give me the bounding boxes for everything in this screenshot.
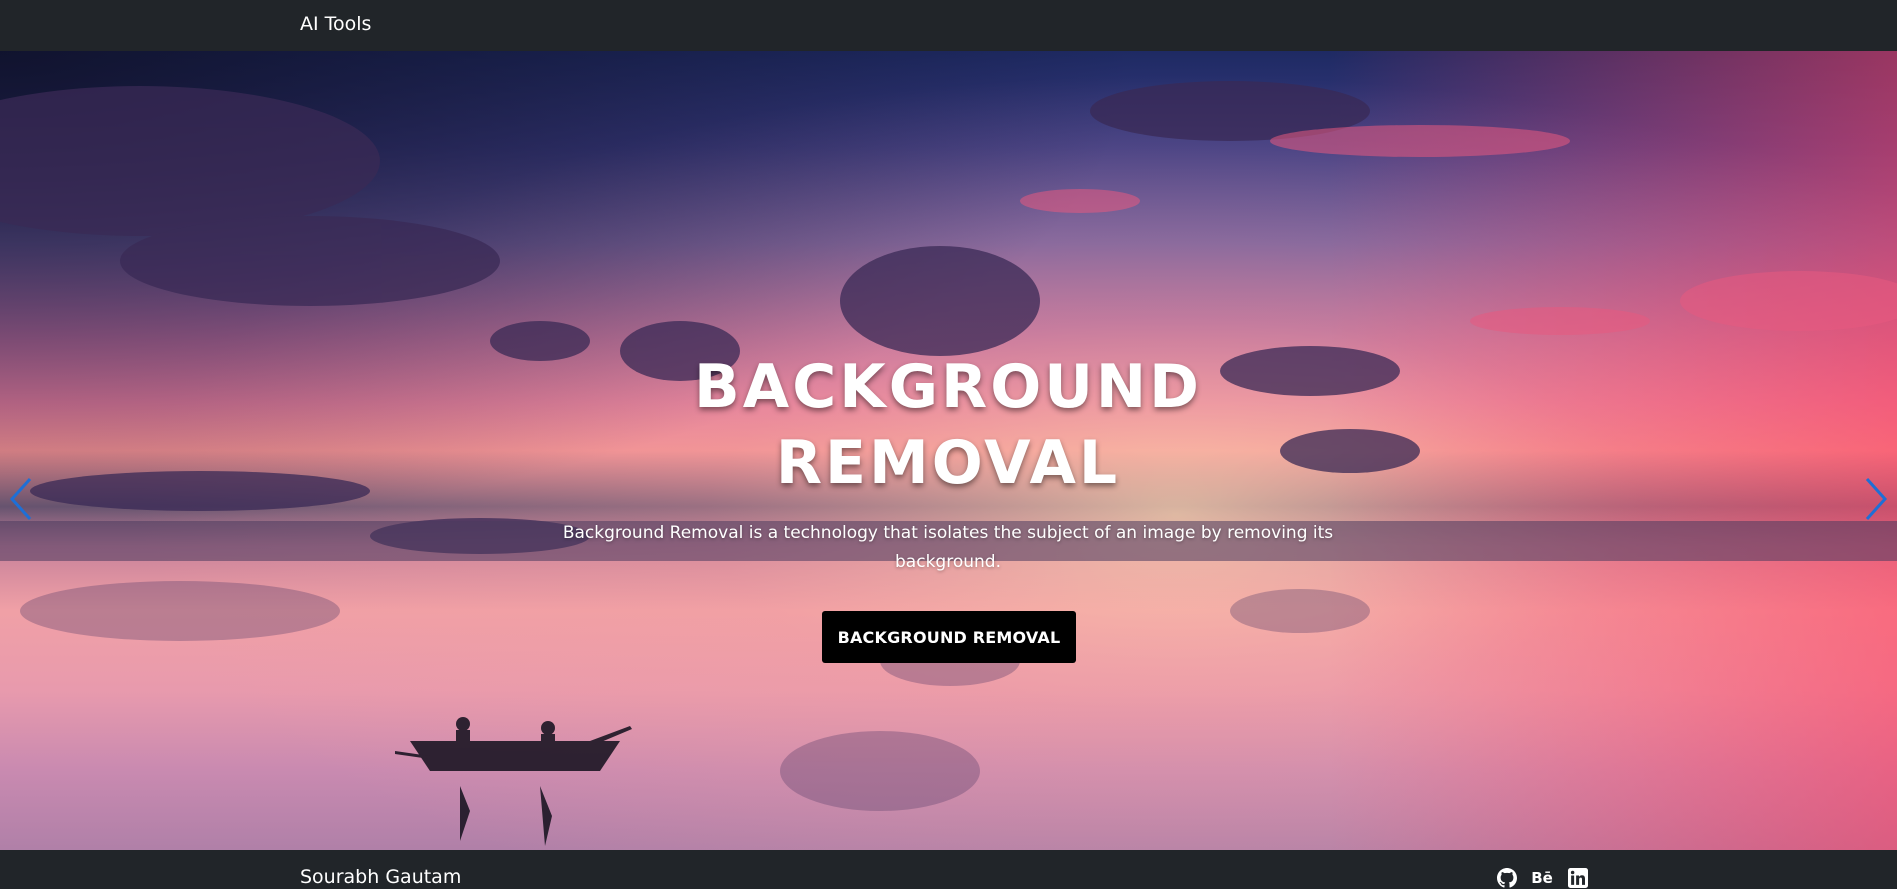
linkedin-link[interactable] [1568,868,1588,888]
chevron-right-icon [1865,477,1888,521]
carousel-prev-button[interactable] [0,469,40,529]
hero-carousel: BACKGROUND REMOVAL Background Removal is… [0,51,1897,850]
behance-link[interactable]: Bē [1530,868,1554,888]
background-removal-button[interactable]: BACKGROUND REMOVAL [822,611,1076,663]
linkedin-icon [1568,868,1588,888]
navbar: AI Tools [0,0,1897,51]
hero-description: Background Removal is a technology that … [562,523,1334,572]
hero-caption: BACKGROUND REMOVAL Background Removal is… [0,51,1897,850]
carousel-next-button[interactable] [1857,469,1897,529]
brand-link[interactable]: AI Tools [300,12,371,36]
github-link[interactable] [1497,868,1517,888]
github-icon [1497,868,1517,888]
chevron-left-icon [9,477,32,521]
footer-author-name: Sourabh Gautam [300,866,462,888]
hero-title: BACKGROUND REMOVAL [694,352,1202,498]
behance-icon: Bē [1531,869,1553,887]
footer: Sourabh Gautam Bē [0,850,1897,888]
